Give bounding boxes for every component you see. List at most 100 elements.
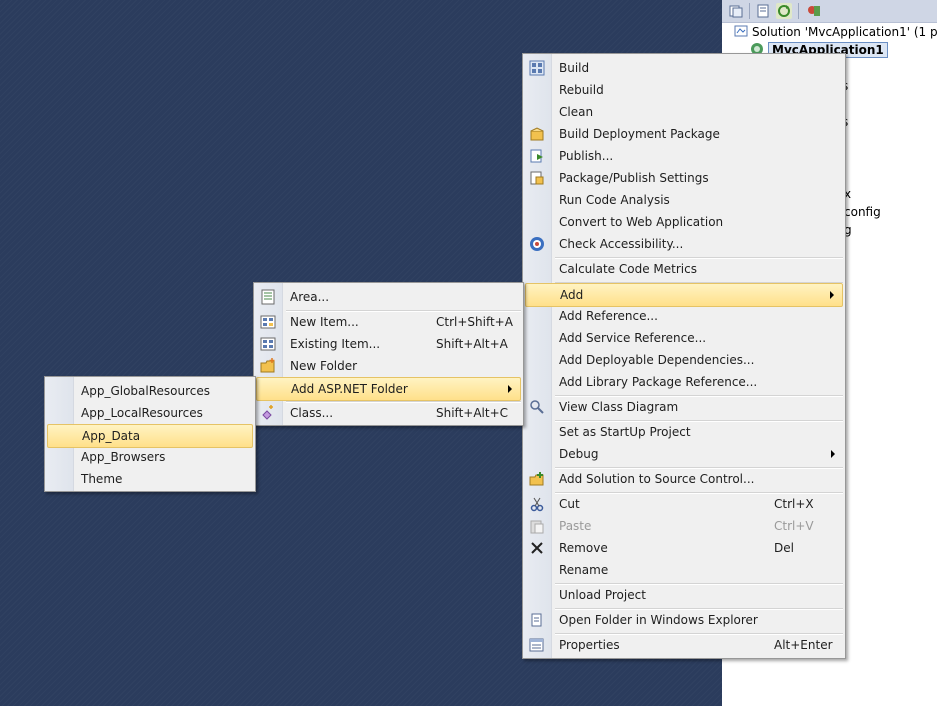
menu-item-label: Area... xyxy=(290,290,330,304)
menu-item-label: Add xyxy=(560,288,584,302)
menu-item-rebuild[interactable]: Rebuild xyxy=(525,79,843,101)
class-diagram-icon xyxy=(529,399,545,415)
menu-item-label: New Item... xyxy=(290,315,359,329)
tree-item-partial[interactable]: config xyxy=(844,205,881,219)
menu-item-label: Unload Project xyxy=(559,588,646,602)
shortcut-label: Shift+Alt+A xyxy=(436,337,508,351)
existing-item-icon xyxy=(260,336,276,352)
settings-icon xyxy=(529,170,545,186)
menu-item-paste[interactable]: Paste Ctrl+V xyxy=(525,515,843,537)
menu-item-calculate-code-metrics[interactable]: Calculate Code Metrics xyxy=(525,258,843,280)
menu-item-run-code-analysis[interactable]: Run Code Analysis xyxy=(525,189,843,211)
menu-item-new-item[interactable]: New Item... Ctrl+Shift+A xyxy=(256,311,521,333)
menu-item-add-aspnet-folder[interactable]: Add ASP.NET Folder xyxy=(256,377,521,401)
menu-item-class[interactable]: Class... Shift+Alt+C xyxy=(256,402,521,424)
menu-item-add[interactable]: Add xyxy=(525,283,843,307)
accessibility-icon xyxy=(529,236,545,252)
menu-item-properties[interactable]: Properties Alt+Enter xyxy=(525,634,843,656)
menu-item-build[interactable]: Build xyxy=(525,57,843,79)
menu-item-label: Add Reference... xyxy=(559,309,658,323)
menu-item-label: Open Folder in Windows Explorer xyxy=(559,613,758,627)
menu-item-label: Build Deployment Package xyxy=(559,127,720,141)
menu-item-app-data[interactable]: App_Data xyxy=(47,424,253,448)
menu-item-label: App_LocalResources xyxy=(81,406,203,420)
menu-item-label: Build xyxy=(559,61,590,75)
class-icon xyxy=(260,405,276,421)
menu-item-add-solution-to-source-control[interactable]: Add Solution to Source Control... xyxy=(525,468,843,490)
menu-item-label: Convert to Web Application xyxy=(559,215,724,229)
menu-item-unload-project[interactable]: Unload Project xyxy=(525,584,843,606)
menu-item-label: New Folder xyxy=(290,359,358,373)
menu-item-label: Add Library Package Reference... xyxy=(559,375,758,389)
menu-item-label: App_Data xyxy=(82,429,141,443)
menu-item-clean[interactable]: Clean xyxy=(525,101,843,123)
menu-item-publish[interactable]: Publish... xyxy=(525,145,843,167)
menu-item-label: Add Deployable Dependencies... xyxy=(559,353,755,367)
shortcut-label: Shift+Alt+C xyxy=(436,406,509,420)
menu-item-label: Paste xyxy=(559,519,592,533)
refresh-icon[interactable] xyxy=(776,3,792,19)
shortcut-label: Ctrl+V xyxy=(774,519,814,533)
package-icon xyxy=(529,126,545,142)
menu-item-open-folder-in-windows-explorer[interactable]: Open Folder in Windows Explorer xyxy=(525,609,843,631)
menu-item-label: Run Code Analysis xyxy=(559,193,670,207)
menu-item-add-reference[interactable]: Add Reference... xyxy=(525,305,843,327)
paste-icon xyxy=(529,518,545,534)
menu-item-app-localresources[interactable]: App_LocalResources xyxy=(47,402,253,424)
add-submenu: Area... New Item... Ctrl+Shift+A Existin… xyxy=(253,282,524,426)
menu-item-package-publish-settings[interactable]: Package/Publish Settings xyxy=(525,167,843,189)
menu-item-theme[interactable]: Theme xyxy=(47,468,253,490)
menu-item-label: Properties xyxy=(559,638,620,652)
class-diagram-toolbar-icon[interactable] xyxy=(806,3,822,19)
shortcut-label: Alt+Enter xyxy=(774,638,833,652)
menu-item-label: Set as StartUp Project xyxy=(559,425,691,439)
menu-item-new-folder[interactable]: New Folder xyxy=(256,355,521,377)
menu-item-rename[interactable]: Rename xyxy=(525,559,843,581)
source-control-icon xyxy=(529,471,545,487)
menu-item-add-service-reference[interactable]: Add Service Reference... xyxy=(525,327,843,349)
menu-item-label: Add Solution to Source Control... xyxy=(559,472,755,486)
menu-item-app-browsers[interactable]: App_Browsers xyxy=(47,446,253,468)
menu-item-label: Clean xyxy=(559,105,594,119)
publish-icon xyxy=(529,148,545,164)
menu-item-label: Theme xyxy=(81,472,123,486)
menu-item-label: Rebuild xyxy=(559,83,604,97)
submenu-arrow-icon xyxy=(831,450,835,458)
shortcut-label: Del xyxy=(774,541,794,555)
new-folder-icon xyxy=(260,358,276,374)
menu-item-cut[interactable]: Cut Ctrl+X xyxy=(525,493,843,515)
properties-toolbar-icon[interactable] xyxy=(755,3,771,19)
menu-item-label: Cut xyxy=(559,497,580,511)
menu-item-add-library-package-reference[interactable]: Add Library Package Reference... xyxy=(525,371,843,393)
menu-item-existing-item[interactable]: Existing Item... Shift+Alt+A xyxy=(256,333,521,355)
menu-item-label: Package/Publish Settings xyxy=(559,171,709,185)
shortcut-label: Ctrl+X xyxy=(774,497,814,511)
scissors-icon xyxy=(529,496,545,512)
shortcut-label: Ctrl+Shift+A xyxy=(436,315,513,329)
menu-item-app-globalresources[interactable]: App_GlobalResources xyxy=(47,380,253,402)
menu-item-label: Add ASP.NET Folder xyxy=(291,382,408,396)
menu-item-debug[interactable]: Debug xyxy=(525,443,843,465)
menu-item-label: Check Accessibility... xyxy=(559,237,684,251)
menu-item-label: Publish... xyxy=(559,149,614,163)
project-context-menu: Build Rebuild Clean Build Deployment Pac… xyxy=(522,53,846,659)
menu-item-area[interactable]: Area... xyxy=(256,286,521,308)
menu-item-add-deployable-dependencies[interactable]: Add Deployable Dependencies... xyxy=(525,349,843,371)
aspnet-folder-submenu: App_GlobalResources App_LocalResources A… xyxy=(44,376,256,492)
menu-item-convert-to-web-application[interactable]: Convert to Web Application xyxy=(525,211,843,233)
show-all-files-icon[interactable] xyxy=(728,3,744,19)
remove-icon xyxy=(529,540,545,556)
area-icon xyxy=(260,289,276,305)
menu-item-label: Existing Item... xyxy=(290,337,381,351)
menu-item-set-as-startup-project[interactable]: Set as StartUp Project xyxy=(525,421,843,443)
menu-item-label: View Class Diagram xyxy=(559,400,679,414)
menu-item-check-accessibility[interactable]: Check Accessibility... xyxy=(525,233,843,255)
solution-node[interactable]: Solution 'MvcApplication1' (1 proje xyxy=(734,24,937,39)
menu-item-remove[interactable]: Remove Del xyxy=(525,537,843,559)
menu-item-build-deployment-package[interactable]: Build Deployment Package xyxy=(525,123,843,145)
menu-item-label: Remove xyxy=(559,541,608,555)
menu-item-label: App_GlobalResources xyxy=(81,384,211,398)
menu-item-view-class-diagram[interactable]: View Class Diagram xyxy=(525,396,843,418)
menu-item-label: Debug xyxy=(559,447,599,461)
solution-explorer-toolbar xyxy=(722,0,937,23)
